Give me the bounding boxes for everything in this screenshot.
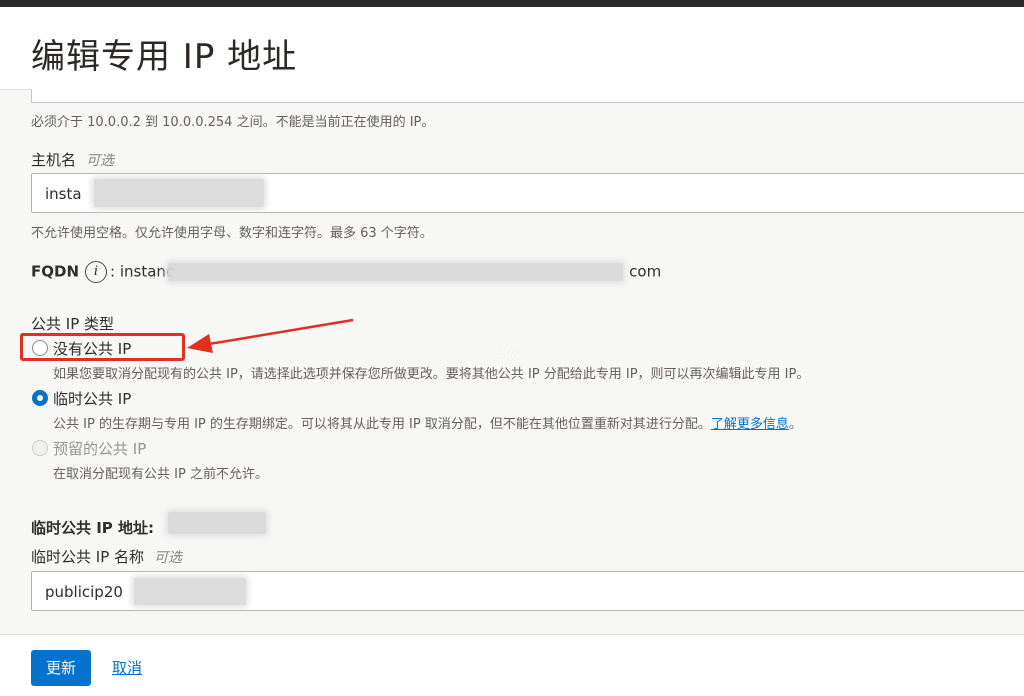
radio-ephemeral-public-ip-help: 公共 IP 的生存期与专用 IP 的生存期绑定。可以将其从此专用 IP 取消分配… [53,413,802,432]
page-title: 编辑专用 IP 地址 [31,37,298,77]
private-ip-input[interactable] [31,89,1024,103]
radio-reserved-public-ip-help: 在取消分配现有公共 IP 之前不允许。 [53,467,268,482]
radio-ephemeral-public-ip-label[interactable]: 临时公共 IP [53,388,131,409]
update-button[interactable]: 更新 [31,650,91,686]
ephemeral-help-end: 。 [788,417,802,432]
ephemeral-name-input[interactable]: publicip20 [31,571,1024,611]
hostname-value: insta [45,185,82,203]
panel-header: 编辑专用 IP 地址 [0,7,1024,90]
hostname-label: 主机名 可选 [31,149,114,170]
hostname-label-text: 主机名 [31,151,77,169]
ephemeral-name-label-text: 临时公共 IP 名称 [31,548,145,566]
hostname-help: 不允许使用空格。仅允许使用字母、数字和连字符。最多 63 个字符。 [31,226,433,241]
ephemeral-name-value: publicip20 [45,583,123,601]
ephemeral-name-label: 临时公共 IP 名称 可选 [31,546,182,567]
radio-no-public-ip-help: 如果您要取消分配现有的公共 IP，请选择此选项并保存您所做更改。要将其他公共 I… [53,367,810,382]
info-icon[interactable]: i [85,261,108,283]
radio-ephemeral-public-ip[interactable] [32,390,48,406]
annotation-arrow [187,318,354,353]
redacted-blur [168,263,623,281]
redacted-blur [168,512,266,534]
watermark: zfy [496,343,519,361]
public-ip-type-label: 公共 IP 类型 [31,315,115,333]
fqdn-label: FQDN [31,262,80,281]
private-ip-help: 必须介于 10.0.0.2 到 10.0.0.254 之间。不能是当前正在使用的… [31,115,435,130]
hostname-optional-tag: 可选 [86,153,115,169]
cancel-button[interactable]: 取消 [112,657,142,678]
hostname-input[interactable]: insta [31,173,1024,213]
learn-more-link[interactable]: 了解更多信息 [711,417,789,432]
top-bar [0,0,1024,7]
ephemeral-address-label: 临时公共 IP 地址: [31,519,155,537]
action-footer: 更新 取消 [0,634,1024,696]
redacted-blur [134,578,246,605]
ephemeral-name-optional-tag: 可选 [154,550,183,566]
annotation-highlight-box [20,333,185,361]
radio-reserved-public-ip[interactable] [32,440,48,456]
ephemeral-help-text: 公共 IP 的生存期与专用 IP 的生存期绑定。可以将其从此专用 IP 取消分配… [53,417,711,432]
fqdn-value-prefix: : instanc [110,262,175,281]
redacted-blur [94,179,264,207]
fqdn-value-suffix: com [629,262,662,281]
radio-reserved-public-ip-label[interactable]: 预留的公共 IP [53,438,146,459]
